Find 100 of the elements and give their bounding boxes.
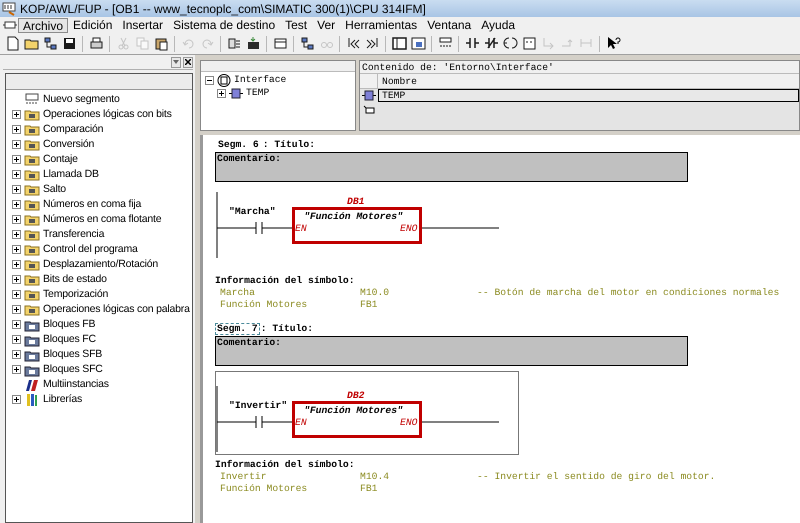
menu-item[interactable]: Sistema de destino (168, 18, 280, 32)
catalog-item[interactable]: Nuevo segmento (43, 92, 120, 108)
menu-item[interactable]: Ventana (422, 18, 476, 32)
comment-field[interactable]: Comentario: (215, 152, 688, 182)
pin-label: ENO (400, 222, 418, 236)
menu-item[interactable]: Insertar (117, 18, 168, 32)
function-block[interactable] (292, 207, 422, 244)
catalog-item[interactable]: Bloques SFB (43, 346, 102, 362)
contact-label: "Invertir" (229, 399, 288, 413)
pin-label: ENO (400, 416, 418, 430)
expand-toggle[interactable] (12, 215, 21, 224)
window-menu-icon[interactable] (2, 19, 18, 31)
catalog-item[interactable]: Operaciones lógicas con palabra (43, 302, 190, 318)
catalog-item[interactable]: Temporización (43, 286, 108, 302)
catalog-item[interactable]: Números en coma flotante (43, 212, 162, 228)
expand-toggle[interactable] (12, 185, 21, 194)
table-cell[interactable]: TEMP (378, 89, 799, 102)
expand-toggle[interactable] (12, 125, 21, 134)
expand-toggle[interactable] (12, 335, 21, 344)
pin-label: EN (295, 416, 307, 430)
network-frame[interactable]: "Invertir" DB2 "Función Motores" EN ENO (215, 371, 519, 455)
symbol-text: FB1 (360, 299, 378, 311)
catalog-item[interactable]: Salto (43, 182, 66, 198)
catalog-item[interactable]: Contaje (43, 152, 78, 168)
expand-toggle[interactable] (12, 230, 21, 239)
variable-icon (360, 89, 378, 102)
zoom-icon[interactable] (409, 34, 427, 52)
symbol-text: M10.4 (360, 471, 390, 483)
symbol-text: Invertir (220, 471, 268, 483)
expand-toggle[interactable] (217, 89, 226, 98)
block-name: "Función Motores" (304, 404, 403, 418)
catalog-item[interactable]: Bloques FB (43, 316, 96, 332)
menu-item[interactable]: Archivo (18, 18, 68, 32)
catalog-item[interactable]: Operaciones lógicas con bits (43, 106, 172, 122)
caret-icon (173, 60, 179, 64)
symbol-text: FB1 (360, 483, 378, 495)
catalog-item[interactable]: Control del programa (43, 242, 138, 258)
symbol-info-heading: Información del símbolo: (215, 459, 356, 471)
expand-toggle[interactable] (12, 305, 21, 314)
expand-toggle[interactable] (12, 200, 21, 209)
interface-icon (216, 74, 232, 87)
catalog-item[interactable]: Conversión (43, 136, 94, 152)
expand-toggle[interactable] (12, 290, 21, 299)
panel-icon[interactable] (390, 34, 408, 52)
menu-item[interactable]: Ver (312, 18, 340, 32)
catalog-item[interactable]: Bloques FC (43, 332, 96, 348)
window-title: KOP/AWL/FUP - [OB1 -- www_tecnoplc_com\SIMATIC 300(1)\CPU 314IFM] (20, 0, 426, 18)
comment-field[interactable]: Comentario: (215, 336, 688, 366)
segment-label[interactable]: Segm. 6 (215, 138, 262, 152)
app-icon (2, 2, 16, 16)
catalog-item[interactable]: Bloques SFC (43, 362, 103, 378)
expand-toggle[interactable] (12, 275, 21, 284)
expand-toggle[interactable] (12, 110, 21, 119)
segment-title: : Título: (262, 138, 316, 152)
block-name: "Función Motores" (304, 210, 403, 224)
menu-item[interactable]: Edición (68, 18, 118, 32)
symbol-text: Función Motores (220, 299, 308, 311)
menu-item[interactable]: Herramientas (340, 18, 422, 32)
catalog-item[interactable]: Bits de estado (43, 272, 107, 288)
symbol-text: Marcha (220, 287, 256, 299)
collapse-toggle[interactable] (205, 76, 214, 85)
variable-icon (228, 87, 244, 100)
segment-title: : Título: (260, 322, 314, 336)
instance-label: DB1 (347, 195, 364, 209)
stacked-bars-icon (24, 377, 40, 392)
catalog-item[interactable]: Multiinstancias (43, 376, 109, 392)
catalog-item[interactable]: Comparación (43, 122, 104, 138)
tree-item[interactable]: Interface (234, 73, 286, 88)
expand-toggle[interactable] (12, 320, 21, 329)
expand-toggle[interactable] (12, 140, 21, 149)
contact-label: "Marcha" (229, 205, 276, 219)
menu-item[interactable]: Ayuda (476, 18, 520, 32)
catalog-item[interactable]: Llamada DB (43, 166, 99, 182)
symbol-text: -- Invertir el sentido de giro del motor. (477, 471, 716, 483)
catalog-item[interactable]: Librerías (43, 392, 82, 407)
expand-toggle[interactable] (12, 350, 21, 359)
menu-item[interactable]: Test (280, 18, 312, 32)
table-heading: Contenido de: 'Entorno\Interface' (360, 61, 799, 74)
books-icon (24, 392, 40, 407)
expand-toggle[interactable] (12, 245, 21, 254)
tree-item[interactable]: TEMP (246, 86, 270, 101)
symbol-text: M10.0 (360, 287, 390, 299)
segment-label[interactable]: Segm. 7 (215, 323, 260, 335)
catalog-item[interactable]: Números en coma fija (43, 196, 142, 212)
symbol-text: Función Motores (220, 483, 308, 495)
function-block[interactable] (292, 401, 422, 438)
instance-label: DB2 (347, 389, 364, 403)
expand-toggle[interactable] (12, 170, 21, 179)
symbol-info-heading: Información del símbolo: (215, 275, 356, 287)
dropdown-button[interactable] (171, 56, 181, 68)
pin-label: EN (295, 222, 307, 236)
close-icon (185, 59, 191, 65)
close-button[interactable] (183, 56, 193, 68)
expand-toggle[interactable] (12, 260, 21, 269)
symbol-text: -- Botón de marcha del motor en condiciones normales (477, 287, 780, 299)
expand-toggle[interactable] (12, 155, 21, 164)
catalog-item[interactable]: Desplazamiento/Rotación (43, 256, 158, 272)
catalog-item[interactable]: Transferencia (43, 226, 104, 242)
expand-toggle[interactable] (12, 365, 21, 374)
expand-toggle[interactable] (12, 395, 21, 404)
